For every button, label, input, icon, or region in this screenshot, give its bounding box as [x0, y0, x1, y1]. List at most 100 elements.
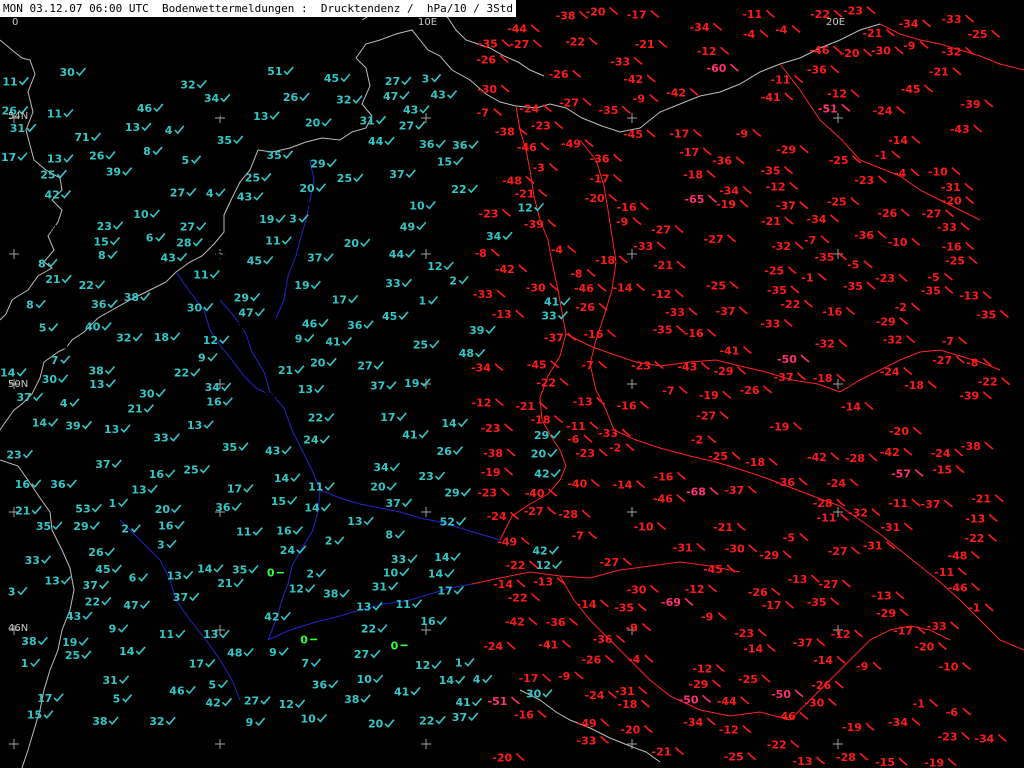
- station-value: -4: [628, 653, 641, 666]
- station-obs: 53: [380, 296, 395, 309]
- falling-tendency-icon: [845, 306, 855, 315]
- station-obs: -36: [712, 155, 745, 168]
- falling-tendency-icon: [554, 121, 564, 130]
- station-value: 48: [214, 107, 229, 120]
- rising-tendency-icon: [458, 275, 469, 285]
- falling-tendency-icon: [676, 260, 686, 269]
- station-value: -9: [903, 39, 915, 52]
- station-obs: 53: [174, 204, 189, 217]
- station-obs: 9: [109, 623, 129, 636]
- station-obs: 48: [227, 647, 254, 660]
- station-value: 25: [413, 339, 428, 352]
- station-value: -9: [626, 622, 638, 635]
- falling-tendency-icon: [692, 128, 702, 138]
- station-value: 17: [189, 657, 204, 670]
- falling-tendency-icon: [961, 731, 971, 740]
- station-value: 53: [43, 223, 58, 236]
- falling-tendency-icon: [759, 29, 769, 38]
- falling-tendency-icon: [830, 597, 840, 606]
- station-obs: -20: [586, 5, 619, 18]
- station-obs: 46: [169, 684, 196, 697]
- station-obs: -34: [683, 716, 716, 729]
- falling-tendency-icon: [794, 689, 804, 698]
- station-obs: -27: [559, 96, 592, 109]
- station-value: -13: [492, 308, 512, 321]
- falling-tendency-icon: [793, 74, 804, 84]
- station-obs: -11: [888, 497, 921, 510]
- falling-tendency-icon: [706, 169, 716, 179]
- falling-tendency-icon: [965, 14, 975, 23]
- station-obs: 43: [431, 89, 458, 102]
- station-value: 32: [336, 94, 351, 107]
- station-value: -19: [481, 466, 501, 479]
- station-value: -25: [827, 196, 847, 209]
- falling-tendency-icon: [827, 697, 837, 706]
- station-obs: -16: [514, 708, 547, 721]
- rising-tendency-icon: [455, 675, 466, 685]
- station-value: 31: [10, 122, 25, 135]
- station-obs: 27: [357, 360, 384, 373]
- falling-tendency-icon: [958, 336, 968, 345]
- station-obs: 3: [157, 538, 177, 551]
- station-value: -17: [627, 8, 647, 21]
- rising-tendency-icon: [328, 679, 339, 689]
- station-obs: 13: [104, 423, 131, 436]
- station-value: -35: [653, 324, 673, 337]
- station-obs: -5: [847, 259, 873, 272]
- station-value: -12: [651, 288, 671, 301]
- station-value: -36: [593, 633, 613, 646]
- station-value: -9: [856, 660, 868, 673]
- rising-tendency-icon: [272, 279, 281, 286]
- station-obs: 48: [214, 107, 229, 120]
- falling-tendency-icon: [632, 216, 642, 226]
- station-value: 8: [143, 145, 151, 158]
- falling-tendency-icon: [584, 138, 594, 148]
- station-value: 35: [267, 149, 282, 162]
- station-obs: 59: [303, 196, 318, 209]
- station-value: -20: [942, 195, 962, 208]
- station-obs: 39: [469, 324, 496, 337]
- station-obs: 12: [518, 201, 545, 214]
- station-value: 13: [203, 628, 218, 641]
- falling-tendency-icon: [973, 124, 983, 133]
- falling-tendency-icon: [657, 521, 667, 531]
- falling-tendency-icon: [504, 423, 514, 432]
- station-obs: 28: [176, 237, 203, 250]
- rising-tendency-icon: [418, 429, 429, 439]
- station-value: 17: [227, 483, 242, 496]
- rising-tendency-icon: [453, 156, 464, 166]
- falling-tendency-icon: [982, 391, 992, 400]
- station-value: -28: [558, 508, 578, 521]
- rising-tendency-icon: [547, 448, 558, 458]
- station-value: 10: [383, 566, 399, 579]
- rising-tendency-icon: [203, 302, 214, 312]
- falling-tendency-icon: [496, 289, 506, 298]
- falling-tendency-icon: [859, 752, 869, 761]
- station-value: -21: [862, 27, 882, 40]
- station-obs: 5: [182, 154, 202, 167]
- station-obs: -12: [685, 583, 718, 596]
- station-value: 17: [37, 692, 52, 705]
- station-value: 4: [206, 187, 214, 200]
- station-obs: -11: [566, 420, 599, 433]
- station-value: -11: [771, 74, 791, 87]
- falling-tendency-icon: [952, 67, 962, 76]
- station-obs: -21: [971, 493, 1004, 506]
- rising-tendency-icon: [482, 674, 493, 684]
- falling-tendency-icon: [891, 150, 901, 159]
- station-value: -49: [497, 535, 517, 548]
- rising-tendency-icon: [78, 637, 89, 646]
- station-value: -36: [854, 229, 874, 242]
- station-obs: -7: [662, 384, 688, 397]
- falling-tendency-icon: [700, 361, 710, 371]
- station-value: -27: [559, 96, 579, 109]
- falling-tendency-icon: [604, 654, 614, 663]
- station-value: -1: [913, 697, 925, 710]
- station-value: 22: [419, 714, 434, 727]
- station-obs: -37: [921, 498, 954, 511]
- station-value: 16: [158, 519, 174, 532]
- station-obs: -7: [804, 234, 830, 247]
- station-obs: -18: [813, 372, 846, 385]
- rising-tendency-icon: [171, 504, 182, 514]
- station-obs: 27: [244, 695, 271, 708]
